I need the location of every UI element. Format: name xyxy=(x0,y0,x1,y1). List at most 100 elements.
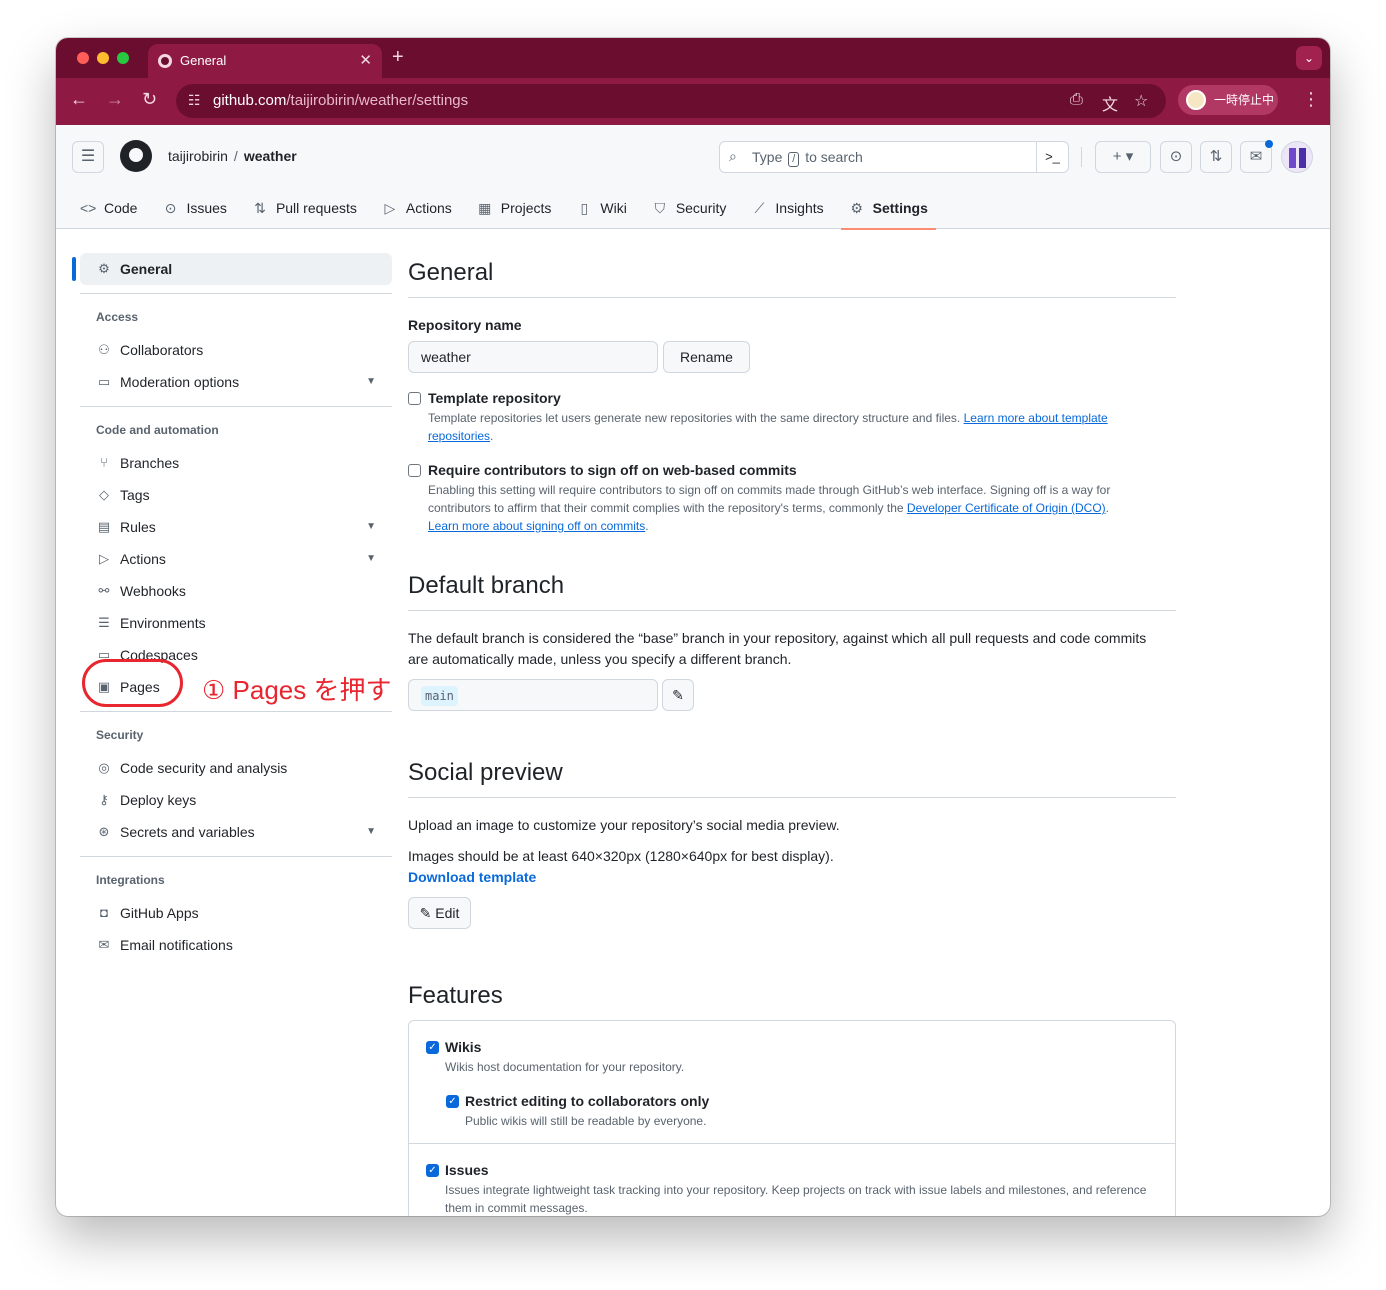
rename-button[interactable]: Rename xyxy=(663,341,750,373)
restrict-editing-checkbox[interactable]: ✓ xyxy=(446,1095,459,1108)
tab-security[interactable]: ⛉ Security xyxy=(644,187,735,229)
maximize-window-button[interactable] xyxy=(117,52,129,64)
chevron-down-icon[interactable]: ▼ xyxy=(366,816,376,848)
server-icon: ☰ xyxy=(98,615,110,630)
shield-icon: ⛉ xyxy=(654,199,666,216)
section-title-features: Features xyxy=(408,982,503,1009)
issues-icon[interactable]: ⊙ xyxy=(1160,141,1192,173)
pencil-icon: ✎ xyxy=(672,687,684,703)
sidebar-heading-code: Code and automation xyxy=(96,423,219,437)
search-icon: ⌕ xyxy=(729,148,737,164)
tab-search-button[interactable]: ⌄ xyxy=(1296,46,1322,70)
key-asterisk-icon: ⊛ xyxy=(98,824,110,839)
reload-icon[interactable]: ↻ xyxy=(142,89,157,110)
forward-icon[interactable]: → xyxy=(106,89,124,110)
hamburger-menu-icon[interactable]: ☰ xyxy=(72,141,104,173)
branch-name: main xyxy=(421,686,458,706)
address-bar[interactable]: ☷ github.com/taijirobirin/weather/settin… xyxy=(176,84,1166,118)
close-window-button[interactable] xyxy=(77,52,89,64)
issues-desc: Issues integrate lightweight task tracki… xyxy=(445,1183,1147,1215)
tab-wiki[interactable]: ▯ Wiki xyxy=(568,187,634,229)
template-repository-title: Template repository xyxy=(428,390,561,406)
search-input[interactable]: ⌕ Type / to search >_ xyxy=(719,141,1069,173)
minimize-window-button[interactable] xyxy=(97,52,109,64)
chevron-down-icon[interactable]: ▼ xyxy=(366,366,376,398)
default-branch-desc: The default branch is considered the “ba… xyxy=(408,630,1147,667)
sidebar-item-environments[interactable]: ☰ Environments xyxy=(80,607,392,639)
gear-icon: ⚙ xyxy=(98,261,110,276)
pull-request-icon: ⇅ xyxy=(254,199,266,216)
github-logo-icon[interactable] xyxy=(120,140,152,172)
features-box: ✓ Wikis Wikis host documentation for you… xyxy=(408,1020,1176,1216)
table-icon: ▦ xyxy=(478,199,492,216)
chevron-down-icon[interactable]: ▼ xyxy=(366,543,376,575)
signoff-title: Require contributors to sign off on web-… xyxy=(428,462,797,478)
bookmark-star-icon[interactable]: ☆ xyxy=(1134,91,1148,111)
features-divider xyxy=(409,1143,1175,1144)
github-header: ☰ taijirobirin / weather ⌕ Type / to searc… xyxy=(56,125,1330,230)
sidebar-item-deploy-keys[interactable]: ⚷ Deploy keys xyxy=(80,784,392,816)
sidebar-item-actions[interactable]: ▷ Actions ▼ xyxy=(80,543,392,575)
wikis-checkbox[interactable]: ✓ xyxy=(426,1041,439,1054)
browser-toolbar: ← → ↻ ☷ github.com/taijirobirin/weather/… xyxy=(56,78,1330,125)
sidebar-item-secrets[interactable]: ⊛ Secrets and variables ▼ xyxy=(80,816,392,848)
sidebar-item-general[interactable]: ⚙ General xyxy=(72,253,392,285)
repo-name-input[interactable]: weather xyxy=(408,341,658,373)
codescan-icon: ◎ xyxy=(98,760,110,775)
create-new-button[interactable]: + ▾ xyxy=(1095,141,1151,173)
tab-insights[interactable]: ⟋ Insights xyxy=(743,187,831,229)
code-icon: <> xyxy=(80,200,97,216)
webhook-icon: ⚯ xyxy=(98,583,110,598)
mail-icon: ✉ xyxy=(98,937,110,952)
download-template-link[interactable]: Download template xyxy=(408,867,536,888)
graph-icon: ⟋ xyxy=(754,199,765,216)
sidebar-item-code-security[interactable]: ◎ Code security and analysis xyxy=(80,752,392,784)
sidebar-item-collaborators[interactable]: ⚇ Collaborators xyxy=(80,334,392,366)
repo-push-icon: ▤ xyxy=(97,519,111,534)
back-icon[interactable]: ← xyxy=(70,89,88,110)
site-info-icon[interactable]: ☷ xyxy=(188,92,201,109)
sidebar-item-tags[interactable]: ◇ Tags xyxy=(80,479,392,511)
signoff-checkbox[interactable] xyxy=(408,464,421,477)
tab-close-icon[interactable]: ✕ xyxy=(359,51,372,69)
owner-link[interactable]: taijirobirin xyxy=(168,148,228,164)
edit-default-branch-button[interactable]: ✎ xyxy=(662,679,694,711)
translate-icon[interactable]: 文 xyxy=(1102,91,1118,115)
tab-code[interactable]: <> Code xyxy=(72,187,145,229)
template-repository-checkbox[interactable] xyxy=(408,392,421,405)
new-tab-button[interactable]: + xyxy=(392,46,404,69)
pull-requests-icon[interactable]: ⇅ xyxy=(1200,141,1232,173)
install-app-icon[interactable]: ⎙ xyxy=(1070,91,1083,109)
user-avatar[interactable] xyxy=(1281,141,1313,173)
sidebar-item-rules[interactable]: ▤ Rules ▼ xyxy=(80,511,392,543)
browser-menu-icon[interactable]: ⋮ xyxy=(1302,89,1320,110)
edit-social-preview-button[interactable]: ✎ Edit xyxy=(408,897,471,929)
sidebar-item-branches[interactable]: ⑂ Branches xyxy=(80,447,392,479)
tab-pull-requests[interactable]: ⇅ Pull requests xyxy=(244,187,365,229)
comment-discussion-icon: ▭ xyxy=(97,374,111,389)
social-preview-desc1: Upload an image to customize your reposi… xyxy=(408,817,840,833)
tab-settings[interactable]: ⚙ Settings xyxy=(840,187,937,230)
tab-projects[interactable]: ▦ Projects xyxy=(469,187,560,229)
sidebar-item-webhooks[interactable]: ⚯ Webhooks xyxy=(80,575,392,607)
url-text[interactable]: github.com/taijirobirin/weather/settings xyxy=(213,92,468,109)
signoff-learn-more-link[interactable]: Learn more about signing off on commits xyxy=(428,519,645,533)
tab-issues[interactable]: ⊙ Issues xyxy=(154,187,234,229)
browser-tab[interactable]: General ✕ xyxy=(148,44,382,78)
tag-icon: ◇ xyxy=(99,487,109,502)
command-palette-icon[interactable]: >_ xyxy=(1036,142,1068,172)
dco-link[interactable]: Developer Certificate of Origin (DCO) xyxy=(907,501,1106,515)
chevron-down-icon[interactable]: ▼ xyxy=(366,511,376,543)
tab-actions[interactable]: ▷ Actions xyxy=(374,187,460,229)
issues-checkbox[interactable]: ✓ xyxy=(426,1164,439,1177)
github-favicon-icon xyxy=(158,54,172,68)
repo-link[interactable]: weather xyxy=(244,148,297,164)
sidebar-item-email-notifications[interactable]: ✉ Email notifications xyxy=(80,929,392,961)
book-icon: ▯ xyxy=(580,199,589,216)
people-icon: ⚇ xyxy=(98,342,110,357)
repo-navigation: <> Code ⊙ Issues ⇅ Pull requests ▷ Actions ▦… xyxy=(72,187,945,230)
section-title-default-branch: Default branch xyxy=(408,572,1176,611)
sidebar-item-moderation[interactable]: ▭ Moderation options ▼ xyxy=(80,366,392,398)
sidebar-item-github-apps[interactable]: ◘ GitHub Apps xyxy=(80,897,392,929)
profile-paused-button[interactable]: 一時停止中 xyxy=(1178,85,1278,115)
